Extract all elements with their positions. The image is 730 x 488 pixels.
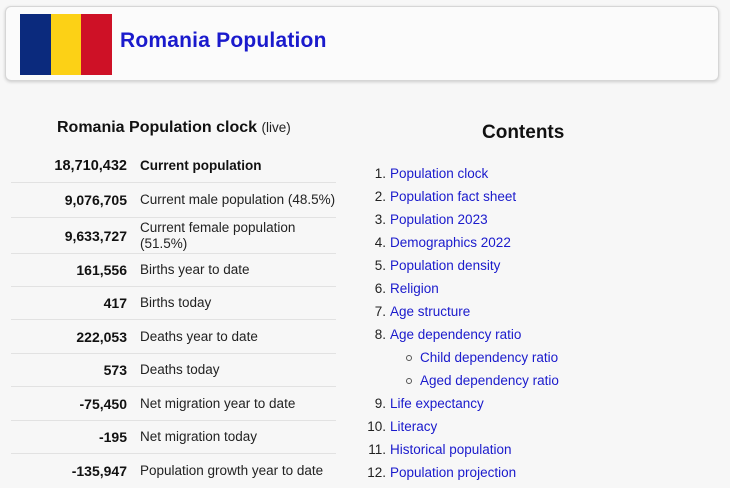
toc-item-religion: 6. Religion [360,277,720,300]
bullet-icon [406,377,412,384]
clock-value: 161,556 [76,262,127,278]
clock-row-male-population: 9,076,705 Current male population (48.5%… [11,183,336,218]
clock-value: 417 [103,295,127,311]
clock-label: Deaths today [140,362,220,377]
clock-row-deaths-today: 573 Deaths today [11,354,336,387]
clock-label: Births today [140,295,212,310]
toc-item-literacy: 10. Literacy [360,415,720,438]
toc-sublink[interactable]: Child dependency ratio [420,350,558,365]
clock-row-deaths-ytd: 222,053 Deaths year to date [11,320,336,354]
toc-link[interactable]: Age structure [390,304,470,319]
toc-number: 6. [374,281,386,296]
clock-label: Net migration year to date [140,395,296,411]
flag-stripe-blue [20,14,51,75]
clock-label: Current female population (51.5%) [140,219,296,251]
flag-stripe-red [81,14,113,75]
clock-label: Deaths year to date [140,328,258,344]
clock-value: 222,053 [76,328,127,345]
clock-label: Current population [140,158,262,173]
clock-value: 9,076,705 [64,192,127,208]
clock-label: Population growth year to date [140,463,324,478]
toc-number: 9. [374,396,386,411]
clock-row-births-today: 417 Births today [11,287,336,320]
clock-row-births-ytd: 161,556 Births year to date [11,254,336,287]
clock-value: -195 [98,429,127,445]
toc-link[interactable]: Literacy [390,419,437,434]
toc-link[interactable]: Life expectancy [390,396,484,411]
toc-item-historical-population: 11. Historical population [360,438,720,461]
toc-link[interactable]: Population 2023 [390,212,488,227]
toc-sublink[interactable]: Aged dependency ratio [420,373,559,388]
clock-heading: Romania Population clock (live) [57,119,291,137]
toc-link[interactable]: Historical population [390,442,512,457]
clock-label: Current male population (48.5%) [140,192,336,207]
toc-number: 11. [368,442,386,457]
contents-heading: Contents [482,122,565,143]
toc-number: 12. [367,465,386,480]
toc-item-age-structure: 7. Age structure [360,300,720,323]
toc-subitem-child-dependency: Child dependency ratio [360,346,720,369]
toc-item-population-clock: 1. Population clock [360,162,720,185]
toc-subitem-aged-dependency: Aged dependency ratio [360,369,720,392]
toc-item-fact-sheet: 2. Population fact sheet [360,185,720,208]
toc-number: 10. [367,419,386,434]
clock-value: 9,633,727 [64,227,127,244]
romania-flag-icon [20,14,113,75]
toc-item-age-dependency-ratio: 8. Age dependency ratio [360,323,720,346]
clock-title: Romania Population clock [57,119,258,136]
toc-item-population-projection: 12. Population projection [360,461,720,484]
clock-value: 18,710,432 [54,158,127,174]
clock-row-female-population: 9,633,727 Current female population (51.… [11,218,336,254]
page-title[interactable]: Romania Population [120,29,327,53]
clock-value: 573 [103,362,127,378]
toc-link[interactable]: Demographics 2022 [390,235,511,250]
toc-item-population-2023: 3. Population 2023 [360,208,720,231]
bullet-icon [406,354,412,361]
toc-number: 1. [374,166,386,181]
toc-number: 5. [374,258,386,273]
toc-item-population-density: 5. Population density [360,254,720,277]
live-label: (live) [261,120,291,135]
toc-item-life-expectancy: 9. Life expectancy [360,392,720,415]
clock-row-net-migration-ytd: -75,450 Net migration year to date [11,387,336,421]
clock-label: Births year to date [140,262,250,277]
clock-row-population-growth-ytd: -135,947 Population growth year to date [11,454,336,488]
toc-number: 2. [374,189,386,204]
toc-number: 4. [374,235,386,250]
toc-number: 3. [374,212,386,227]
header-card: Romania Population [5,6,719,81]
clock-value: -75,450 [79,395,127,412]
table-of-contents: 1. Population clock 2. Population fact s… [360,162,720,484]
population-clock-table: 18,710,432 Current population 9,076,705 … [11,150,336,488]
clock-row-net-migration-today: -195 Net migration today [11,421,336,454]
toc-number: 8. [374,327,386,342]
clock-row-current-population: 18,710,432 Current population [11,150,336,183]
clock-value: -135,947 [71,463,127,479]
toc-link[interactable]: Population clock [390,166,488,181]
clock-label: Net migration today [140,429,258,444]
toc-link[interactable]: Population fact sheet [390,189,516,204]
toc-item-demographics-2022: 4. Demographics 2022 [360,231,720,254]
toc-number: 7. [374,304,386,319]
toc-link[interactable]: Age dependency ratio [390,327,521,342]
flag-stripe-yellow [50,14,82,75]
toc-link[interactable]: Population density [390,258,500,273]
toc-link[interactable]: Religion [390,281,439,296]
toc-link[interactable]: Population projection [390,465,516,480]
